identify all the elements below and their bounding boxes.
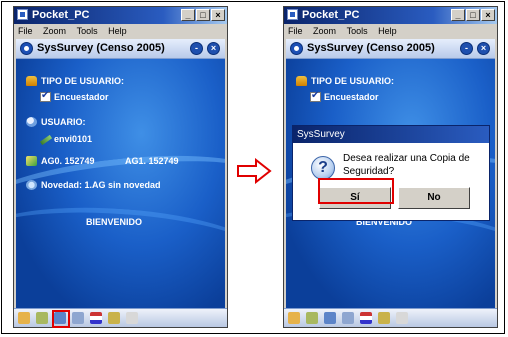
user-label: USUARIO:	[41, 117, 86, 127]
menu-file[interactable]: File	[18, 26, 33, 36]
app-header: SysSurvey (Censo 2005) - ×	[16, 39, 225, 59]
menu-zoom[interactable]: Zoom	[43, 26, 66, 36]
app-minimize-button[interactable]: -	[190, 42, 203, 55]
window-app-icon	[287, 9, 298, 20]
user-type-icon	[296, 76, 307, 86]
yes-button-highlight	[318, 178, 394, 204]
app-close-button[interactable]: ×	[477, 42, 490, 55]
novedad-text: Novedad: 1.AG sin novedad	[41, 180, 161, 190]
minimize-button[interactable]: _	[451, 9, 465, 21]
warning-icon[interactable]	[126, 312, 138, 324]
user-icon	[26, 117, 37, 127]
backup-dialog: SysSurvey ? Desea realizar una Copia de …	[292, 125, 490, 221]
device-screen: SysSurvey (Censo 2005) - × TIPO DE USUAR…	[16, 39, 225, 309]
sync-icon[interactable]	[72, 312, 84, 324]
arrow-right-icon	[237, 158, 272, 184]
pocket-pc-window-after: Pocket_PC _ □ × File Zoom Tools Help Sys…	[283, 6, 498, 328]
app-title: SysSurvey (Censo 2005)	[307, 42, 435, 54]
window-titlebar: Pocket_PC _ □ ×	[14, 7, 227, 24]
menu-help[interactable]: Help	[378, 26, 397, 36]
window-titlebar: Pocket_PC _ □ ×	[284, 7, 497, 24]
close-button[interactable]: ×	[211, 9, 225, 21]
flag-icon[interactable]	[90, 312, 102, 324]
dialog-message: Desea realizar una Copia de Seguridad?	[343, 153, 470, 177]
user-type-icon	[26, 76, 37, 86]
question-icon: ?	[311, 156, 335, 180]
novedad-icon	[26, 180, 37, 190]
device-screen: SysSurvey (Censo 2005) - × TIPO DE USUAR…	[286, 39, 495, 309]
user-type-check-icon	[310, 90, 321, 102]
menu-bar: File Zoom Tools Help	[14, 24, 227, 39]
user-type-value: Encuestador	[54, 92, 109, 102]
pencil-icon[interactable]	[378, 312, 390, 324]
close-button[interactable]: ×	[481, 9, 495, 21]
sync-icon[interactable]	[342, 312, 354, 324]
menu-file[interactable]: File	[288, 26, 303, 36]
pocket-pc-window-before: Pocket_PC _ □ × File Zoom Tools Help Sys…	[13, 6, 228, 328]
user-type-label: TIPO DE USUARIO:	[41, 76, 125, 86]
map-icon[interactable]	[306, 312, 318, 324]
taskbar	[284, 308, 497, 327]
menu-tools[interactable]: Tools	[347, 26, 368, 36]
menu-help[interactable]: Help	[108, 26, 127, 36]
welcome-text: BIENVENIDO	[86, 217, 143, 227]
maximize-button[interactable]: □	[196, 9, 210, 21]
warning-icon[interactable]	[396, 312, 408, 324]
taskbar	[14, 308, 227, 327]
folder-icon[interactable]	[18, 312, 30, 324]
map-icon[interactable]	[36, 312, 48, 324]
windows-start-icon[interactable]	[20, 42, 33, 55]
window-title: Pocket_PC	[32, 9, 90, 21]
folder-icon[interactable]	[288, 312, 300, 324]
menu-tools[interactable]: Tools	[77, 26, 98, 36]
window-app-icon	[17, 9, 28, 20]
ag-icon	[26, 156, 37, 166]
user-type-label: TIPO DE USUARIO:	[311, 76, 395, 86]
app-minimize-button[interactable]: -	[460, 42, 473, 55]
ag0-value: AG0. 152749	[41, 156, 95, 166]
menu-bar: File Zoom Tools Help	[284, 24, 497, 39]
ag1-value: AG1. 152749	[125, 156, 179, 166]
maximize-button[interactable]: □	[466, 9, 480, 21]
menu-zoom[interactable]: Zoom	[313, 26, 336, 36]
app-title: SysSurvey (Censo 2005)	[37, 42, 165, 54]
user-type-value: Encuestador	[324, 92, 379, 102]
user-type-check-icon	[40, 90, 51, 102]
window-title: Pocket_PC	[302, 9, 360, 21]
dialog-title: SysSurvey	[293, 126, 489, 143]
user-value: envi0101	[54, 134, 93, 144]
backup-icon-highlight	[52, 310, 70, 328]
pencil-icon[interactable]	[108, 312, 120, 324]
minimize-button[interactable]: _	[181, 9, 195, 21]
user-pen-icon	[39, 134, 53, 146]
no-button[interactable]: No	[398, 187, 470, 209]
backup-icon[interactable]	[324, 312, 336, 324]
flag-icon[interactable]	[360, 312, 372, 324]
app-close-button[interactable]: ×	[207, 42, 220, 55]
app-header: SysSurvey (Censo 2005) - ×	[286, 39, 495, 59]
windows-start-icon[interactable]	[290, 42, 303, 55]
